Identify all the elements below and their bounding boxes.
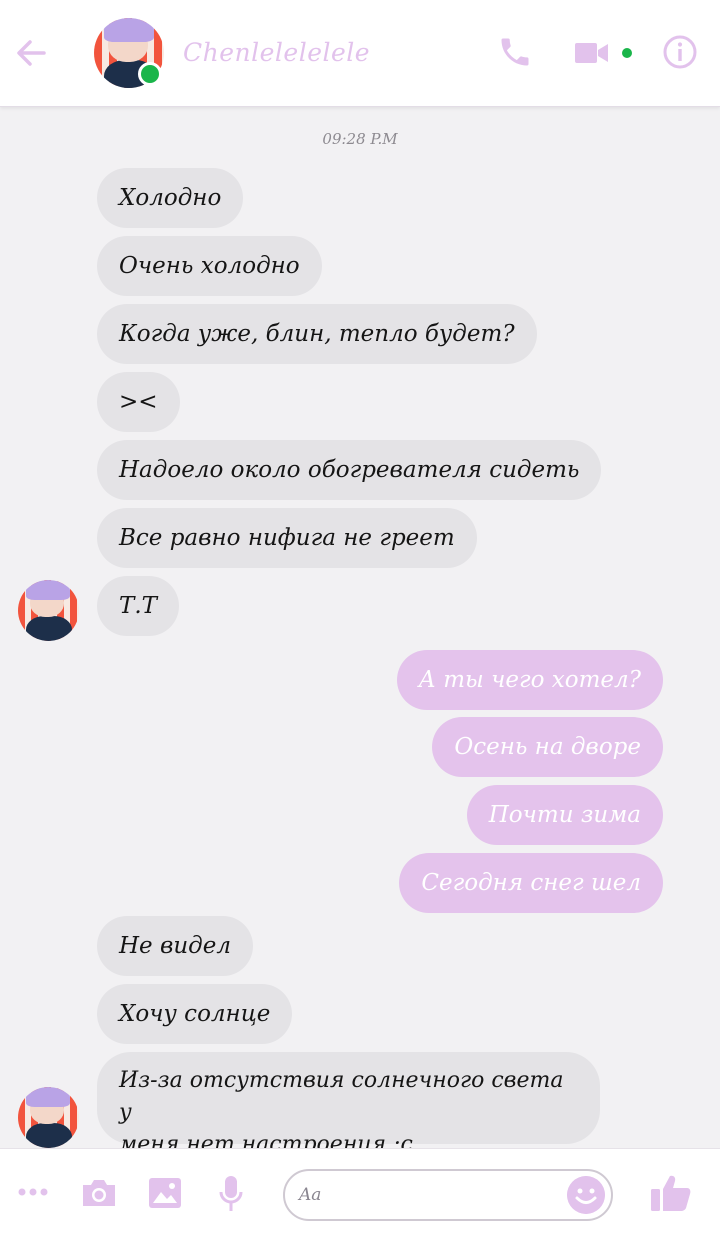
incoming-message[interactable]: ><	[97, 372, 180, 432]
chat-header: Chenlelelelele	[0, 0, 720, 107]
outgoing-message[interactable]: Сегодня снег шел	[399, 853, 663, 913]
emoji-icon[interactable]	[567, 1176, 605, 1214]
back-arrow-icon[interactable]	[14, 36, 48, 70]
message-input[interactable]: Aa	[283, 1169, 613, 1221]
incoming-message[interactable]: Хочу солнце	[97, 984, 293, 1044]
message-timestamp: 09:28 P.M	[322, 130, 398, 148]
incoming-message[interactable]: Холодно	[97, 168, 244, 228]
video-active-dot	[622, 48, 632, 58]
contact-avatar-small[interactable]	[18, 580, 79, 641]
outgoing-message[interactable]: Осень на дворе	[432, 717, 663, 777]
phone-icon[interactable]	[497, 34, 533, 70]
more-icon[interactable]	[18, 1187, 48, 1197]
gallery-icon[interactable]	[148, 1177, 182, 1209]
contact-name[interactable]: Chenlelelelele	[183, 38, 370, 67]
contact-avatar-small[interactable]	[18, 1087, 79, 1148]
online-status-indicator	[138, 62, 162, 86]
outgoing-message[interactable]: А ты чего хотел?	[396, 650, 663, 710]
incoming-message[interactable]: Все равно нифига не греет	[97, 508, 477, 568]
incoming-message-multiline[interactable]: Из-за отсутствия солнечного света у меня…	[97, 1052, 600, 1157]
outgoing-message[interactable]: Почти зима	[466, 785, 663, 845]
info-icon[interactable]	[662, 34, 698, 70]
incoming-message[interactable]: Т.Т	[97, 576, 179, 636]
video-camera-icon[interactable]	[574, 38, 610, 68]
composer-bar: Aa	[0, 1148, 720, 1239]
incoming-message[interactable]: Надоело около обогревателя сидеть	[97, 440, 602, 500]
incoming-message[interactable]: Когда уже, блин, тепло будет?	[97, 304, 537, 364]
message-input-placeholder: Aa	[299, 1185, 322, 1205]
microphone-icon[interactable]	[218, 1175, 244, 1213]
incoming-message[interactable]: Не видел	[97, 916, 254, 976]
message-line: Из-за отсутствия солнечного света у	[119, 1068, 564, 1125]
camera-icon[interactable]	[80, 1177, 118, 1209]
incoming-message[interactable]: Очень холодно	[97, 236, 322, 296]
like-icon[interactable]	[650, 1173, 692, 1213]
